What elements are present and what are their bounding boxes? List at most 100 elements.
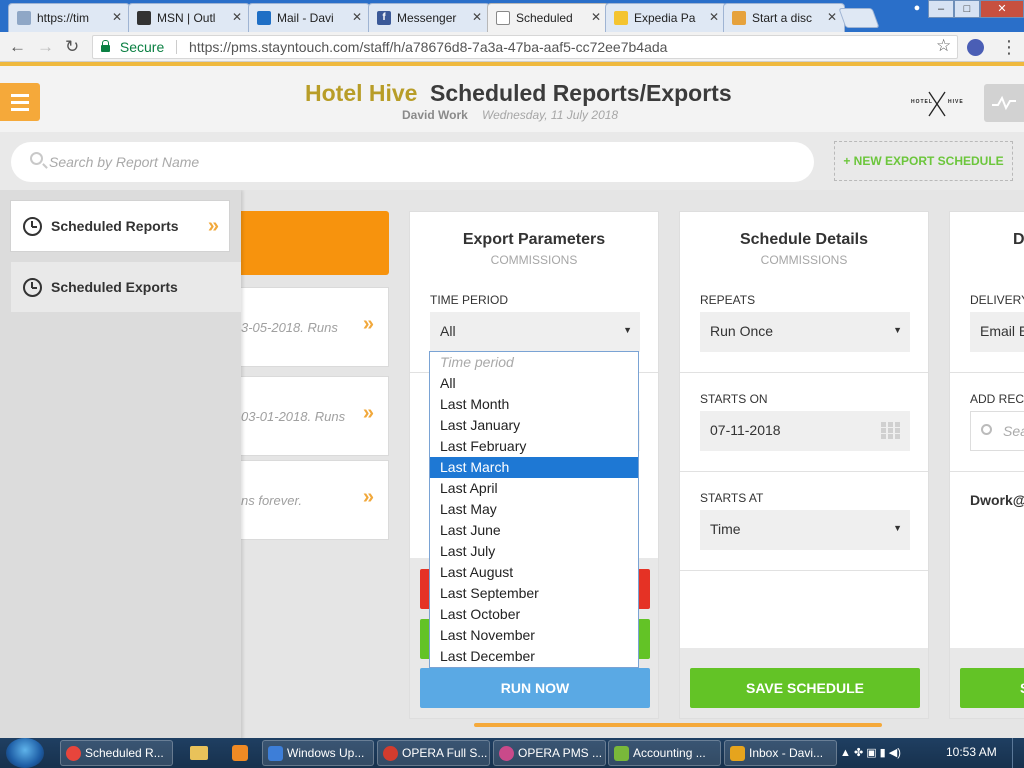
starts-on-date-field[interactable]: 07-11-2018 bbox=[700, 411, 910, 451]
schedule-summary: ns forever. bbox=[241, 493, 302, 508]
panel-subtitle: COMMISSIONS bbox=[760, 253, 848, 267]
logo-mark-icon bbox=[928, 91, 946, 117]
menu-icon[interactable]: ⋮ bbox=[1000, 37, 1018, 58]
delivery-action-button[interactable]: S bbox=[960, 668, 1024, 708]
close-icon[interactable]: ✕ bbox=[112, 10, 122, 24]
recipient-search-input[interactable]: Sea bbox=[970, 411, 1024, 451]
system-clock[interactable]: 10:53 AM bbox=[946, 745, 997, 759]
show-desktop-button[interactable] bbox=[1012, 738, 1024, 768]
outlook-icon bbox=[730, 746, 745, 761]
sidebar-item-scheduled-reports[interactable]: Scheduled Reports » bbox=[10, 200, 230, 252]
outlook-icon bbox=[257, 11, 271, 25]
dropdown-option[interactable]: Last November bbox=[430, 625, 638, 646]
taskbar-item[interactable]: Inbox - Davi... bbox=[724, 740, 837, 766]
hamburger-menu-icon[interactable] bbox=[0, 83, 40, 121]
schedule-card[interactable]: ns forever. » bbox=[238, 460, 389, 540]
browser-tab[interactable]: https://tim ✕ bbox=[8, 3, 130, 32]
run-now-button[interactable]: RUN NOW bbox=[420, 668, 650, 708]
start-button-icon[interactable] bbox=[6, 738, 44, 768]
page-title: Scheduled Reports/Exports bbox=[430, 80, 732, 106]
address-bar[interactable]: Secure https://pms.stayntouch.com/staff/… bbox=[92, 35, 958, 59]
caret-down-icon: ▼ bbox=[893, 325, 902, 335]
explorer-folder-icon[interactable] bbox=[178, 741, 220, 765]
reload-icon[interactable]: ↻ bbox=[65, 37, 79, 57]
windows-taskbar: Scheduled R... Windows Up... OPERA Full … bbox=[0, 738, 1024, 768]
save-schedule-button[interactable]: SAVE SCHEDULE bbox=[690, 668, 920, 708]
delivery-select[interactable]: Email E bbox=[970, 312, 1024, 352]
browser-tab[interactable]: Start a disc ✕ bbox=[723, 3, 845, 32]
divider bbox=[680, 372, 928, 373]
repeats-select[interactable]: Run Once ▼ bbox=[700, 312, 910, 352]
dropdown-option[interactable]: Last January bbox=[430, 415, 638, 436]
schedule-card[interactable]: 3-05-2018. Runs » bbox=[238, 287, 389, 367]
search-field[interactable] bbox=[11, 142, 814, 182]
close-icon[interactable]: ✕ bbox=[352, 10, 362, 24]
dropdown-option[interactable]: Last May bbox=[430, 499, 638, 520]
close-window-button[interactable]: ✕ bbox=[980, 0, 1024, 18]
search-icon bbox=[30, 152, 43, 165]
chevron-right-icon: » bbox=[362, 313, 374, 335]
minimize-button[interactable]: – bbox=[928, 0, 954, 18]
time-period-dropdown-list[interactable]: Time period All Last Month Last January … bbox=[429, 351, 639, 668]
forward-arrow-icon[interactable]: → bbox=[37, 37, 54, 57]
tab-label: Start a disc bbox=[752, 11, 813, 25]
clock-icon bbox=[23, 278, 42, 297]
delivery-label: DELIVERY bbox=[970, 293, 1024, 307]
new-export-schedule-button[interactable]: + NEW EXPORT SCHEDULE bbox=[834, 141, 1013, 181]
dropdown-option[interactable]: Last February bbox=[430, 436, 638, 457]
browser-tab[interactable]: f Messenger ✕ bbox=[368, 3, 490, 32]
dropdown-option[interactable]: Last September bbox=[430, 583, 638, 604]
horizontal-scroll-indicator[interactable] bbox=[474, 723, 882, 727]
taskbar-item[interactable]: Windows Up... bbox=[262, 740, 374, 766]
dropdown-option[interactable]: Last Month bbox=[430, 394, 638, 415]
user-icon[interactable]: ● bbox=[906, 0, 928, 18]
sidebar-item-scheduled-exports[interactable]: Scheduled Exports bbox=[11, 262, 241, 312]
system-tray-icons[interactable]: ▲ ✤ ▣ ▮ ◀) bbox=[840, 746, 901, 759]
extension-icon[interactable] bbox=[967, 39, 984, 56]
dropdown-option-highlighted[interactable]: Last March bbox=[430, 457, 638, 478]
panel-title: D bbox=[1013, 231, 1024, 248]
taskbar-item[interactable]: OPERA PMS ... bbox=[493, 740, 606, 766]
close-icon[interactable]: ✕ bbox=[232, 10, 242, 24]
browser-tab-active[interactable]: Scheduled ✕ bbox=[487, 3, 609, 32]
activity-button[interactable] bbox=[984, 84, 1024, 122]
close-icon[interactable]: ✕ bbox=[591, 10, 601, 24]
dropdown-option[interactable]: Last October bbox=[430, 604, 638, 625]
dropdown-option[interactable]: Last December bbox=[430, 646, 638, 667]
dropdown-option[interactable]: Last April bbox=[430, 478, 638, 499]
back-arrow-icon[interactable]: ← bbox=[9, 37, 26, 57]
panel-subtitle: COMMISSIONS bbox=[490, 253, 578, 267]
maximize-button[interactable]: □ bbox=[954, 0, 980, 18]
browser-tab[interactable]: MSN | Outl ✕ bbox=[128, 3, 250, 32]
divider bbox=[680, 471, 928, 472]
taskbar-item[interactable]: Accounting ... bbox=[608, 740, 721, 766]
dropdown-option[interactable]: Last June bbox=[430, 520, 638, 541]
windows-update-icon bbox=[268, 746, 283, 761]
browser-tab[interactable]: Mail - Davi ✕ bbox=[248, 3, 370, 32]
taskbar-item[interactable]: OPERA Full S... bbox=[377, 740, 490, 766]
sidebar-item-label: Scheduled Reports bbox=[51, 218, 179, 234]
media-player-icon[interactable] bbox=[220, 741, 262, 765]
dropdown-option[interactable]: Last July bbox=[430, 541, 638, 562]
close-icon[interactable]: ✕ bbox=[709, 10, 719, 24]
close-icon[interactable]: ✕ bbox=[472, 10, 482, 24]
browser-tab[interactable]: Expedia Pa ✕ bbox=[605, 3, 727, 32]
search-input[interactable] bbox=[49, 151, 789, 173]
bookmark-star-icon[interactable]: ☆ bbox=[936, 36, 951, 56]
starts-at-select[interactable]: Time ▼ bbox=[700, 510, 910, 550]
dropdown-option[interactable]: Last August bbox=[430, 562, 638, 583]
tab-label: Scheduled bbox=[516, 11, 573, 25]
dropdown-option[interactable]: Time period bbox=[430, 352, 638, 373]
chevron-right-icon: » bbox=[362, 402, 374, 424]
calendar-icon[interactable] bbox=[881, 422, 901, 440]
taskbar-item[interactable]: Scheduled R... bbox=[60, 740, 173, 766]
time-period-select[interactable]: All ▼ bbox=[430, 312, 640, 352]
dropdown-option[interactable]: All bbox=[430, 373, 638, 394]
taskbar-item-label: Scheduled R... bbox=[85, 746, 164, 760]
hotel-name: Hotel Hive bbox=[305, 80, 418, 106]
close-icon[interactable]: ✕ bbox=[827, 10, 837, 24]
caret-down-icon: ▼ bbox=[623, 325, 632, 335]
schedule-card[interactable]: 03-01-2018. Runs » bbox=[238, 376, 389, 456]
new-tab-button[interactable] bbox=[838, 8, 880, 28]
sidebar: Scheduled Reports » Scheduled Exports bbox=[0, 190, 241, 740]
